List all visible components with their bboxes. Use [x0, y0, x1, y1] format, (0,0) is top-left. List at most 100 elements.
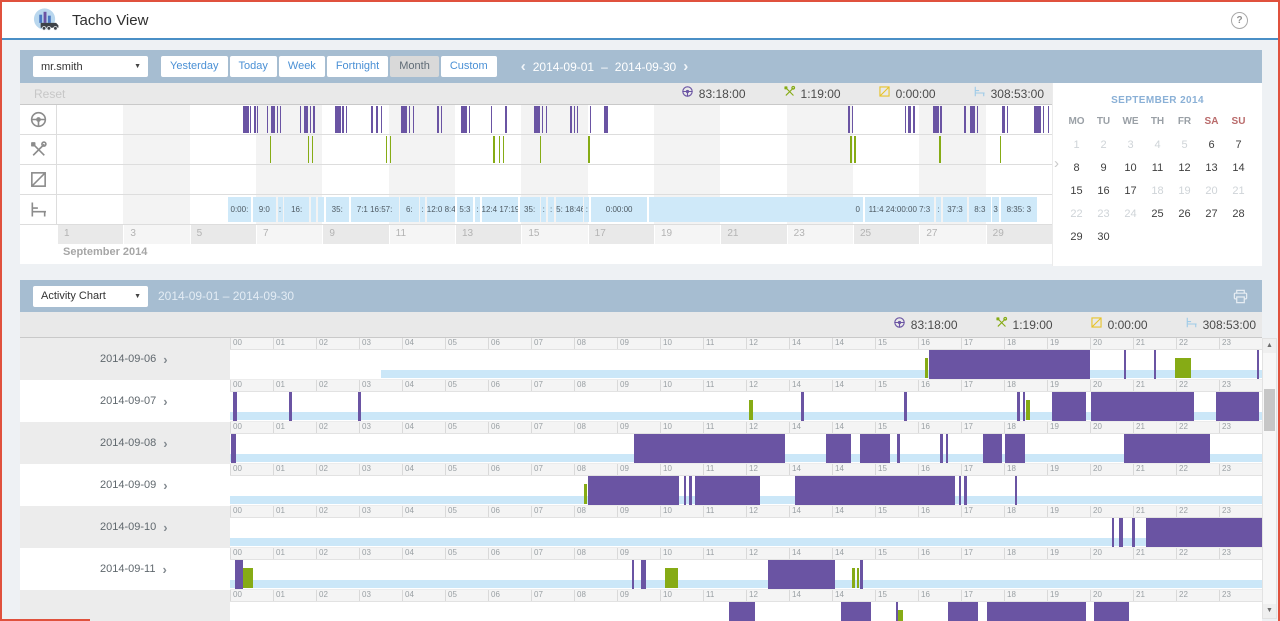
scrollbar-thumb[interactable]	[1264, 389, 1275, 431]
hour-cell: 10	[660, 422, 703, 433]
tacho-view-app: Tacho View ? mr.smith ▼ YesterdayTodayWe…	[0, 0, 1280, 621]
scroll-down-button[interactable]: ▼	[1263, 604, 1276, 618]
hour-scale: 0001020304050607080910111214141516171819…	[230, 422, 1262, 434]
rest-icon	[1185, 316, 1198, 334]
calendar-day[interactable]: 29	[1063, 226, 1090, 249]
day-row-chart: 0001020304050607080910111214141516171819…	[230, 548, 1262, 590]
calendar-day[interactable]: 27	[1198, 203, 1225, 226]
rest-segment: 35:	[326, 197, 349, 222]
drive-segment	[313, 106, 314, 133]
drive-segment	[277, 106, 278, 133]
column-stripe	[389, 105, 455, 134]
work-segment	[390, 136, 391, 163]
range-button-month[interactable]: Month	[390, 56, 439, 77]
drive-segment	[929, 350, 1090, 379]
calendar-day[interactable]: 25	[1144, 203, 1171, 226]
calendar-collapse-icon[interactable]: ›	[1054, 155, 1059, 172]
day-row-label[interactable]: 2014-09-06›	[20, 338, 230, 380]
month-chart: 0:00:9:0:16:35:7:1 16:57:6::12:0 8:45:3:…	[20, 105, 1052, 225]
work-segment	[493, 136, 494, 163]
calendar-day[interactable]: 9	[1090, 157, 1117, 180]
calendar-day[interactable]: 14	[1225, 157, 1252, 180]
calendar-day[interactable]: 12	[1171, 157, 1198, 180]
print-icon[interactable]	[1232, 288, 1249, 310]
column-stripe	[57, 165, 123, 194]
drive-segment	[904, 392, 907, 421]
drive-segment	[437, 106, 439, 133]
hour-cell: 04	[402, 338, 445, 349]
drive-segment	[574, 106, 576, 133]
next-range-button[interactable]: ›	[683, 58, 688, 76]
rest-segment: 37:3	[943, 197, 968, 222]
calendar-day[interactable]: 17	[1117, 180, 1144, 203]
rest-segment: 0:00:	[228, 197, 251, 222]
hour-cell: 12	[746, 590, 789, 601]
calendar-day[interactable]: 28	[1225, 203, 1252, 226]
reset-button[interactable]: Reset	[34, 87, 65, 101]
help-icon[interactable]: ?	[1231, 12, 1248, 29]
drive-segment	[534, 106, 540, 133]
drive-segment	[1216, 392, 1259, 421]
rest-icon	[20, 195, 56, 225]
day-row-label[interactable]: 2014-09-11›	[20, 548, 230, 590]
day-row-label[interactable]: 2014-09-09›	[20, 464, 230, 506]
hour-cell: 14	[789, 422, 832, 433]
month-chart-section: Reset 83:18:001:19:000:00:00308:53:00 0:…	[20, 83, 1052, 266]
work-segment	[312, 136, 313, 163]
standby-icon	[20, 165, 56, 195]
hour-cell: 07	[531, 590, 574, 601]
drive-segment	[913, 106, 914, 133]
calendar-day[interactable]: 8	[1063, 157, 1090, 180]
hour-cell: 22	[1176, 380, 1219, 391]
vertical-scrollbar[interactable]: ▲ ▼	[1262, 338, 1277, 619]
calendar-day[interactable]: 26	[1171, 203, 1198, 226]
calendar-day[interactable]: 10	[1117, 157, 1144, 180]
driver-select[interactable]: mr.smith ▼	[33, 56, 148, 77]
drive-segment	[634, 434, 785, 463]
day-row-label[interactable]: 2014-09-07›	[20, 380, 230, 422]
calendar-day[interactable]: 16	[1090, 180, 1117, 203]
range-button-week[interactable]: Week	[279, 56, 325, 77]
calendar-day[interactable]: 11	[1144, 157, 1171, 180]
work-segment	[386, 136, 387, 163]
day-row-label[interactable]: 2014-09-10›	[20, 506, 230, 548]
overview-panel: mr.smith ▼ YesterdayTodayWeekFortnightMo…	[20, 50, 1262, 264]
hour-cell: 12	[746, 422, 789, 433]
day-row-label[interactable]: 2014-09-08›	[20, 422, 230, 464]
axis-day-cell: 7	[256, 225, 322, 244]
calendar-day[interactable]: 6	[1198, 134, 1225, 157]
rest-segment: 7:1 16:57:	[351, 197, 399, 222]
drive-segment	[841, 602, 871, 621]
calendar-day[interactable]: 13	[1198, 157, 1225, 180]
range-button-custom[interactable]: Custom	[441, 56, 497, 77]
hour-cell: 04	[402, 590, 445, 601]
range-button-yesterday[interactable]: Yesterday	[161, 56, 228, 77]
activity-date-range: 2014-09-01 – 2014-09-30	[158, 289, 294, 303]
drive-segment	[342, 106, 343, 133]
drive-segment	[1023, 392, 1026, 421]
calendar-day[interactable]: 30	[1090, 226, 1117, 249]
activity-lane-icons	[20, 105, 57, 225]
hour-cell: 16	[918, 548, 961, 559]
range-button-fortnight[interactable]: Fortnight	[327, 56, 388, 77]
range-button-today[interactable]: Today	[230, 56, 277, 77]
hour-cell: 21	[1133, 590, 1176, 601]
axis-day-cell: 3	[123, 225, 189, 244]
drive-segment	[604, 106, 608, 133]
calendar-day[interactable]: 7	[1225, 134, 1252, 157]
calendar-day: 21	[1225, 180, 1252, 203]
scroll-up-button[interactable]: ▲	[1263, 339, 1276, 353]
prev-range-button[interactable]: ‹	[521, 58, 526, 76]
drive-segment	[964, 476, 967, 505]
drive-segment	[371, 106, 373, 133]
calendar-weekday: SA	[1198, 116, 1225, 134]
drive-segment	[1132, 518, 1135, 547]
app-header: Tacho View ?	[2, 2, 1278, 40]
chart-type-select[interactable]: Activity Chart ▼	[33, 286, 148, 307]
day-row-label[interactable]	[20, 590, 230, 621]
axis-day-cell: 19	[654, 225, 720, 244]
stat-standby: 0:00:00	[1090, 316, 1148, 334]
calendar-day[interactable]: 15	[1063, 180, 1090, 203]
rest-icon	[973, 85, 986, 103]
hour-cell: 19	[1047, 590, 1090, 601]
